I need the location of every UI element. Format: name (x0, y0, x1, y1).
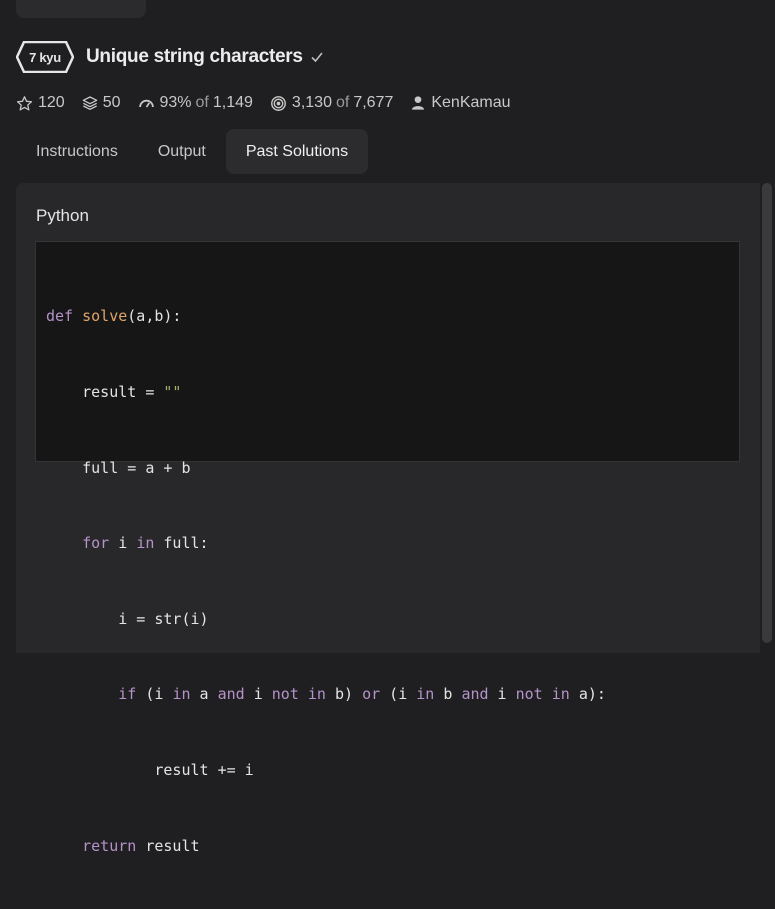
completed-of: of (335, 94, 350, 111)
stars-count: 120 (38, 94, 65, 111)
top-panel-stub (16, 0, 146, 18)
tab-output[interactable]: Output (138, 129, 226, 174)
rank-label: 7 kyu (29, 49, 61, 65)
tab-bar: Instructions Output Past Solutions (16, 129, 369, 174)
code-block: def solve(a,b): result = "" full = a + b… (35, 241, 740, 855)
star-icon (16, 95, 33, 111)
kata-stats: 120 50 93% of 1,149 3,130 of 7,677 KenKa… (16, 90, 528, 116)
language-label: Python (36, 206, 89, 225)
check-icon (310, 50, 324, 64)
author-stat[interactable]: KenKamau (410, 94, 511, 112)
user-icon (412, 96, 425, 110)
author-name[interactable]: KenKamau (431, 94, 510, 112)
target-icon (270, 95, 286, 111)
code-line: full = a + b (46, 458, 191, 477)
completed-stat: 3,130 of 7,677 (270, 94, 393, 112)
stars-stat[interactable]: 120 (16, 94, 65, 112)
gauge-icon (138, 99, 154, 108)
tab-instructions[interactable]: Instructions (16, 129, 138, 174)
satisfaction-stat: 93% of 1,149 (138, 94, 253, 112)
code-line: for i in full: (82, 534, 209, 553)
solutions-panel: Python def solve(a,b): result = "" full … (16, 183, 760, 855)
code-line: if (i in a and i not in b) or (i in b an… (118, 685, 606, 704)
tab-past-solutions[interactable]: Past Solutions (225, 129, 369, 174)
panel-scrollbar[interactable] (762, 183, 772, 643)
satisfaction-of: of (195, 94, 209, 111)
kata-title[interactable]: Unique string characters (86, 46, 303, 68)
layers-icon (82, 96, 98, 110)
code-line: def solve(a,b): (46, 307, 182, 326)
code-line: result = "" (46, 383, 182, 402)
completed-count: 3,130 (291, 94, 332, 111)
collections-count: 50 (102, 94, 121, 111)
code-line: result += i (46, 761, 254, 780)
code-line: return result (82, 836, 200, 855)
attempted-count: 7,677 (353, 94, 394, 111)
code-line: i = str(i) (46, 609, 209, 628)
kata-header: 7 kyu Unique string characters (16, 40, 324, 74)
satisfaction-votes: 1,149 (212, 94, 253, 111)
rank-badge: 7 kyu (16, 41, 74, 73)
satisfaction-percent: 93% (159, 94, 192, 111)
collections-stat[interactable]: 50 (82, 94, 121, 112)
